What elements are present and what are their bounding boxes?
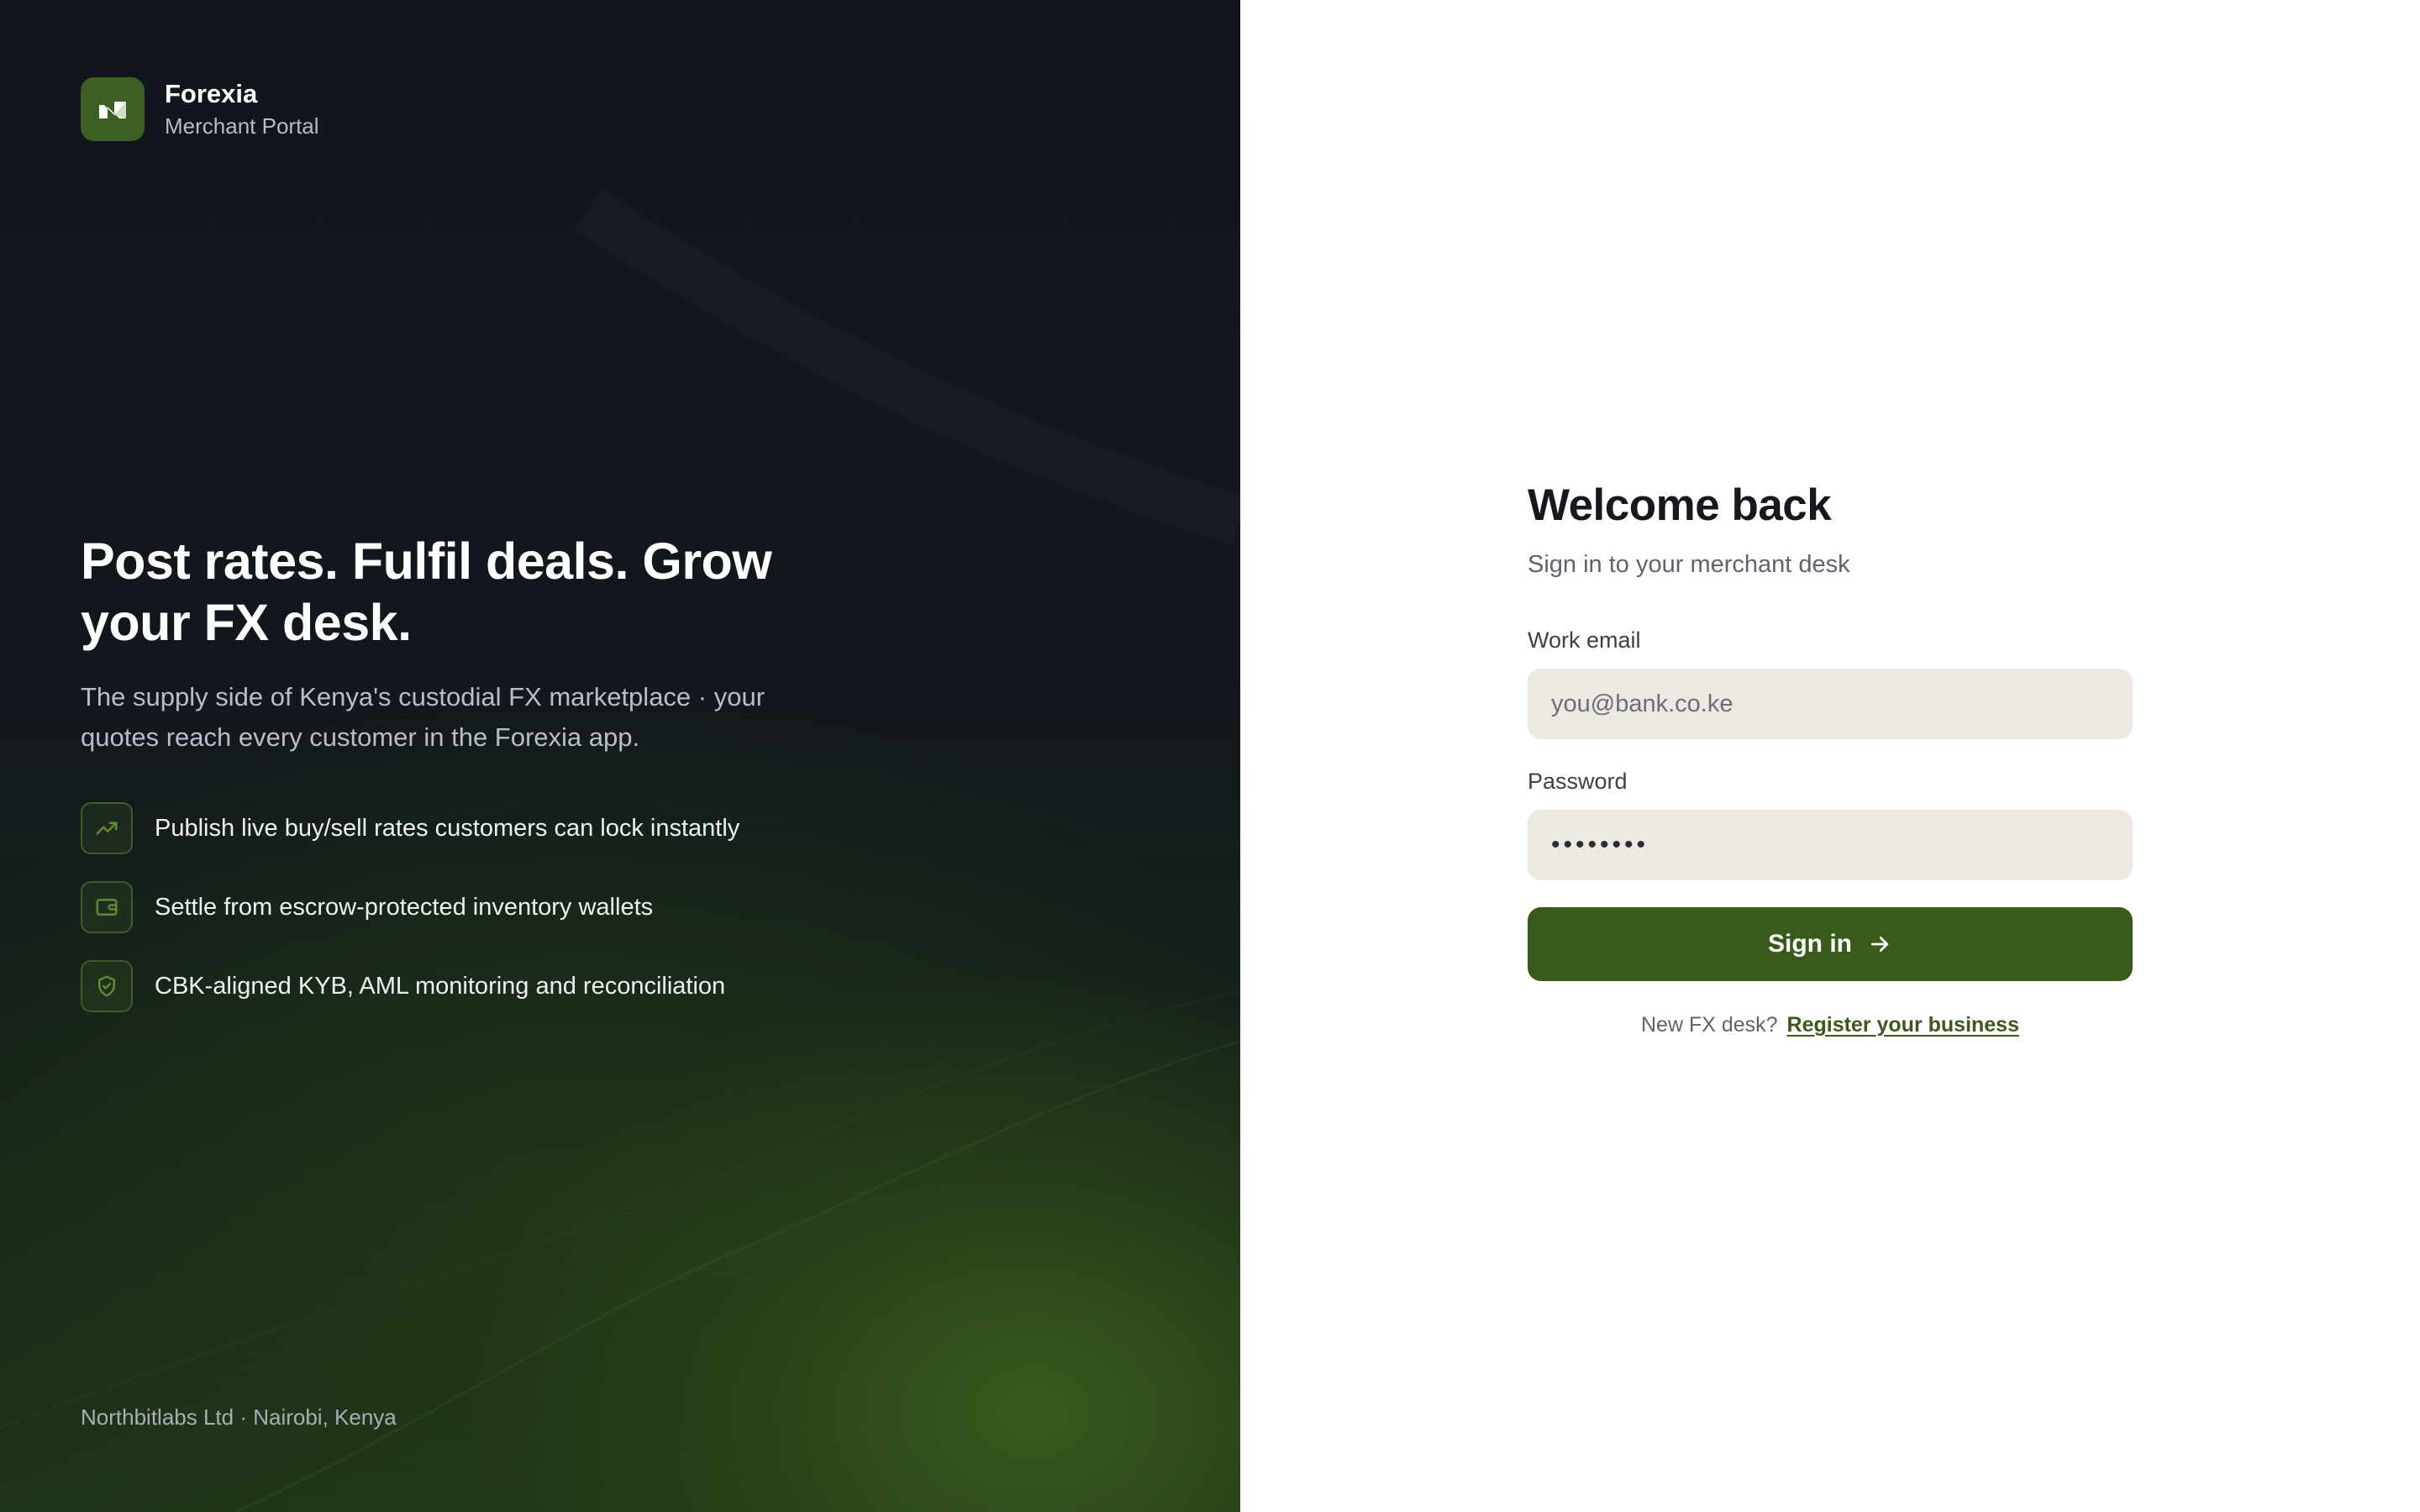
arrow-right-icon	[1867, 932, 1892, 957]
feature-label: CBK-aligned KYB, AML monitoring and reco…	[155, 972, 726, 1000]
shield-check-icon	[81, 960, 133, 1012]
password-field[interactable]	[1528, 810, 2133, 880]
password-label: Password	[1528, 769, 1628, 794]
hero-description: The supply side of Kenya's custodial FX …	[81, 682, 765, 752]
feature-item: Publish live buy/sell rates customers ca…	[81, 801, 837, 855]
register-prompt: New FX desk?	[1641, 1013, 1778, 1037]
brand: Forexia Merchant Portal	[81, 77, 319, 141]
wallet-icon	[81, 881, 133, 933]
feature-item: Settle from escrow-protected inventory w…	[81, 880, 837, 934]
marketing-panel: Forexia Merchant Portal Post rates. Fulf…	[0, 0, 1240, 1512]
company-footer: Northbitlabs Ltd · Nairobi, Kenya	[81, 1404, 397, 1430]
login-panel: Welcome back Sign in to your merchant de…	[1240, 0, 2420, 1512]
forexia-logo-icon	[81, 77, 145, 141]
register-link[interactable]: Register your business	[1787, 1013, 2019, 1037]
email-label: Work email	[1528, 627, 1641, 653]
hero: Post rates. Fulfil deals. Grow your FX d…	[81, 531, 837, 1038]
hero-title: Post rates. Fulfil deals. Grow your FX d…	[81, 533, 772, 651]
sign-in-label: Sign in	[1768, 930, 1852, 958]
sign-in-button[interactable]: Sign in	[1528, 907, 2133, 981]
form-title: Welcome back	[1528, 480, 1832, 530]
brand-name: Forexia	[165, 79, 258, 108]
feature-label: Publish live buy/sell rates customers ca…	[155, 814, 740, 842]
feature-item: CBK-aligned KYB, AML monitoring and reco…	[81, 959, 837, 1013]
register-row: New FX desk? Register your business	[1528, 1013, 2133, 1037]
form-subtitle: Sign in to your merchant desk	[1528, 551, 1850, 578]
feature-label: Settle from escrow-protected inventory w…	[155, 893, 654, 921]
brand-subtitle: Merchant Portal	[165, 113, 319, 139]
trending-up-icon	[81, 802, 133, 854]
feature-list: Publish live buy/sell rates customers ca…	[81, 801, 837, 1013]
login-page: Forexia Merchant Portal Post rates. Fulf…	[0, 0, 2420, 1512]
email-field[interactable]	[1528, 669, 2133, 739]
login-form: Welcome back Sign in to your merchant de…	[1528, 475, 2133, 1037]
